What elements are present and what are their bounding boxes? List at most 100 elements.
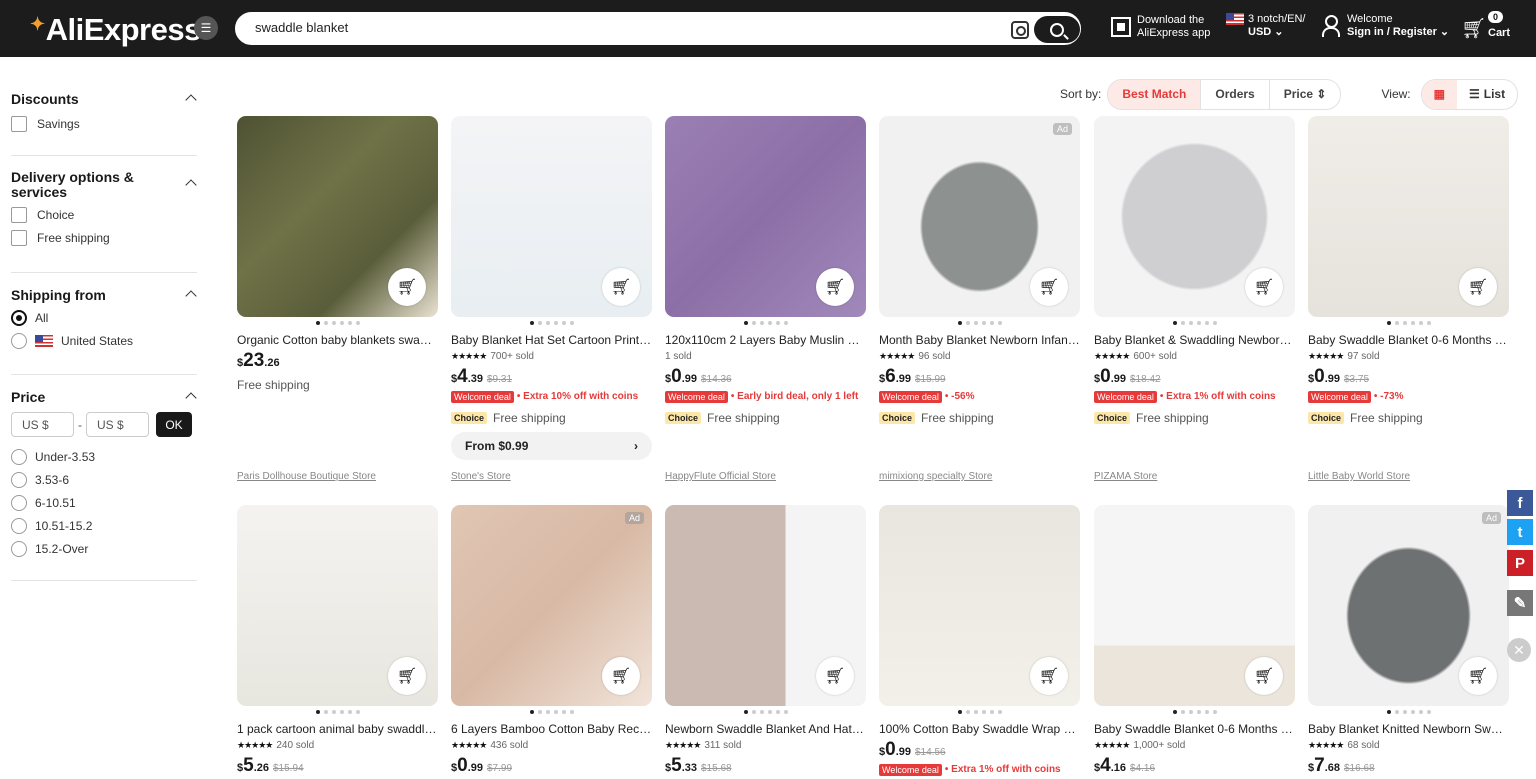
product-card[interactable]: 🛒︎ Baby Swaddle Blanket 0-6 Months Swaddl… — [1094, 505, 1295, 776]
price-range-option[interactable]: Under-3.53 — [11, 445, 197, 468]
user-icon[interactable] — [1322, 15, 1340, 37]
radio[interactable] — [11, 540, 27, 557]
product-card[interactable]: 🛒︎ Organic Cotton baby blankets swaddle w… — [237, 116, 438, 393]
add-to-cart-icon[interactable]: 🛒︎ — [602, 657, 640, 695]
product-image[interactable]: Ad 🛒︎ — [451, 505, 652, 706]
image-carousel-dots[interactable] — [237, 321, 438, 327]
product-card[interactable]: Ad 🛒︎ 6 Layers Bamboo Cotton Baby Receivin… — [451, 505, 652, 776]
product-image[interactable]: 🛒︎ — [237, 116, 438, 317]
price-range-option[interactable]: 6-10.51 — [11, 491, 197, 514]
product-title[interactable]: 1 pack cartoon animal baby swaddle hoode… — [237, 722, 438, 736]
pinterest-share-icon[interactable]: P — [1507, 550, 1533, 576]
image-carousel-dots[interactable] — [879, 321, 1080, 327]
account-menu[interactable]: Welcome Sign in / Register ⌄ — [1347, 13, 1449, 39]
product-card[interactable]: Ad 🛒︎ Baby Blanket Knitted Newborn Swaddle… — [1308, 505, 1509, 776]
image-carousel-dots[interactable] — [451, 321, 652, 327]
product-card[interactable]: 🛒︎ Baby Blanket Hat Set Cartoon Print Swa… — [451, 116, 652, 460]
ship-from-all-option[interactable]: All — [11, 306, 197, 329]
variant-price-button[interactable]: From $0.99 › — [451, 432, 652, 460]
store-link[interactable]: PIZAMA Store — [1094, 471, 1157, 482]
store-link[interactable]: Paris Dollhouse Boutique Store — [237, 471, 376, 482]
menu-icon[interactable]: ☰ — [194, 16, 218, 40]
product-title[interactable]: 6 Layers Bamboo Cotton Baby Receiving — [451, 722, 652, 736]
cart-label[interactable]: Cart — [1488, 27, 1510, 40]
aliexpress-logo[interactable]: ✦ AliExpress — [30, 12, 201, 48]
product-image[interactable]: 🛒︎ — [665, 116, 866, 317]
product-card[interactable]: 🛒︎ 120x110cm 2 Layers Baby Muslin Swaddle… — [665, 116, 866, 426]
facebook-share-icon[interactable]: f — [1507, 490, 1533, 516]
image-carousel-dots[interactable] — [1308, 321, 1509, 327]
min-price-input[interactable]: US $ — [11, 412, 74, 437]
radio[interactable] — [11, 471, 27, 488]
product-title[interactable]: 120x110cm 2 Layers Baby Muslin Swaddle — [665, 333, 866, 347]
locale-selector[interactable]: 3 notch/EN/USD ⌄ — [1226, 13, 1305, 39]
product-title[interactable]: Baby Blanket & Swaddling Newborn Thermal — [1094, 333, 1295, 347]
max-price-input[interactable]: US $ — [86, 412, 149, 437]
add-to-cart-icon[interactable]: 🛒︎ — [816, 268, 854, 306]
price-range-option[interactable]: 15.2-Over — [11, 537, 197, 560]
download-app-link[interactable]: Download the AliExpress app — [1137, 14, 1210, 40]
add-to-cart-icon[interactable]: 🛒︎ — [1459, 657, 1497, 695]
product-image[interactable]: 🛒︎ — [1094, 505, 1295, 706]
list-view-button[interactable]: ☰ List — [1457, 80, 1517, 109]
image-carousel-dots[interactable] — [665, 710, 866, 716]
product-image[interactable]: 🛒︎ — [451, 116, 652, 317]
checkbox[interactable] — [11, 206, 27, 223]
grid-view-icon[interactable]: ▦ — [1421, 79, 1457, 109]
radio[interactable] — [11, 332, 27, 349]
image-carousel-dots[interactable] — [665, 321, 866, 327]
free-shipping-option[interactable]: Free shipping — [11, 226, 197, 249]
product-image[interactable]: Ad 🛒︎ — [1308, 505, 1509, 706]
product-image[interactable]: 🛒︎ — [1094, 116, 1295, 317]
product-card[interactable]: 🛒︎ 100% Cotton Baby Swaddle Wrap Gauze $0.… — [879, 505, 1080, 777]
radio[interactable] — [11, 494, 27, 511]
product-title[interactable]: 100% Cotton Baby Swaddle Wrap Gauze — [879, 722, 1080, 736]
price-range-option[interactable]: 3.53-6 — [11, 468, 197, 491]
sort-orders[interactable]: Orders — [1200, 79, 1268, 109]
product-card[interactable]: 🛒︎ Baby Swaddle Blanket 0-6 Months Swaddl… — [1308, 116, 1509, 426]
image-carousel-dots[interactable] — [1308, 710, 1509, 716]
store-link[interactable]: Stone's Store — [451, 471, 511, 482]
ship-from-us-option[interactable]: United States — [11, 329, 197, 352]
image-carousel-dots[interactable] — [879, 710, 1080, 716]
add-to-cart-icon[interactable]: 🛒︎ — [1459, 268, 1497, 306]
add-to-cart-icon[interactable]: 🛒︎ — [388, 657, 426, 695]
add-to-cart-icon[interactable]: 🛒︎ — [1245, 657, 1283, 695]
price-range-option[interactable]: 10.51-15.2 — [11, 514, 197, 537]
product-card[interactable]: Ad 🛒︎ Month Baby Blanket Newborn Infant Kn… — [879, 116, 1080, 426]
add-to-cart-icon[interactable]: 🛒︎ — [388, 268, 426, 306]
qr-code-icon[interactable] — [1111, 17, 1131, 37]
cart-icon[interactable]: 🛒︎ — [1461, 16, 1486, 41]
product-title[interactable]: Newborn Swaddle Blanket And Hat Set — [665, 722, 866, 736]
image-search-icon[interactable] — [1011, 21, 1029, 39]
close-icon[interactable]: ✕ — [1507, 638, 1531, 662]
image-carousel-dots[interactable] — [237, 710, 438, 716]
product-card[interactable]: 🛒︎ Newborn Swaddle Blanket And Hat Set ★★★… — [665, 505, 866, 776]
product-image[interactable]: 🛒︎ — [1308, 116, 1509, 317]
image-carousel-dots[interactable] — [1094, 710, 1295, 716]
product-title[interactable]: Baby Swaddle Blanket 0-6 Months Swaddle — [1094, 722, 1295, 736]
radio-selected[interactable] — [11, 309, 27, 326]
product-card[interactable]: 🛒︎ Baby Blanket & Swaddling Newborn Therm… — [1094, 116, 1295, 426]
product-title[interactable]: Organic Cotton baby blankets swaddle wra… — [237, 333, 438, 347]
checkbox[interactable] — [11, 229, 27, 246]
collapse-chevron-icon[interactable] — [185, 179, 197, 191]
sort-price[interactable]: Price ⇕ — [1268, 79, 1341, 109]
product-title[interactable]: Baby Blanket Knitted Newborn Swaddle — [1308, 722, 1509, 736]
store-link[interactable]: Little Baby World Store — [1308, 471, 1410, 482]
product-image[interactable]: 🛒︎ — [237, 505, 438, 706]
twitter-share-icon[interactable]: t — [1507, 519, 1533, 545]
radio[interactable] — [11, 448, 27, 465]
product-image[interactable]: Ad 🛒︎ — [879, 116, 1080, 317]
image-carousel-dots[interactable] — [451, 710, 652, 716]
image-carousel-dots[interactable] — [1094, 321, 1295, 327]
choice-option[interactable]: Choice — [11, 203, 197, 226]
product-title[interactable]: Month Baby Blanket Newborn Infant Knitte… — [879, 333, 1080, 347]
product-card[interactable]: 🛒︎ 1 pack cartoon animal baby swaddle hoo… — [237, 505, 438, 776]
add-to-cart-icon[interactable]: 🛒︎ — [1245, 268, 1283, 306]
add-to-cart-icon[interactable]: 🛒︎ — [1030, 657, 1068, 695]
add-to-cart-icon[interactable]: 🛒︎ — [816, 657, 854, 695]
price-ok-button[interactable]: OK — [156, 412, 192, 437]
edit-icon[interactable]: ✎ — [1507, 590, 1533, 616]
checkbox[interactable] — [11, 115, 27, 132]
